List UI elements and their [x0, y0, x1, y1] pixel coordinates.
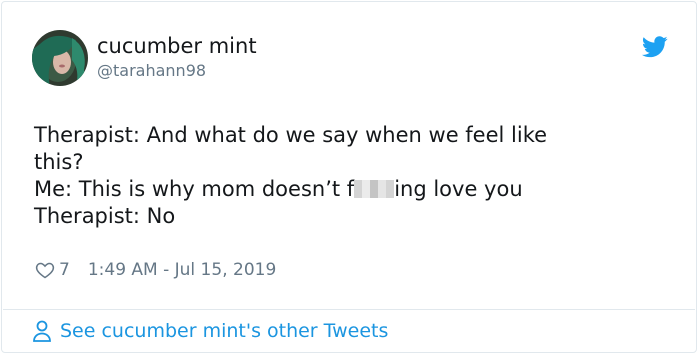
divider — [3, 309, 695, 310]
tweet-text: Therapist: And what do we say when we fe… — [34, 122, 674, 230]
other-tweets-link[interactable]: See cucumber mint's other Tweets — [32, 320, 388, 342]
tweet-line: Therapist: And what do we say when we fe… — [34, 123, 548, 147]
user-names: cucumber mint @tarahann98 — [97, 33, 257, 82]
person-icon — [33, 320, 51, 342]
tweet-line-end: ing love you — [394, 177, 523, 201]
tweet-meta: 7 1:49 AM - Jul 15, 2019 — [35, 260, 276, 280]
heart-icon[interactable] — [35, 260, 55, 280]
tweet-line: Me: This is why mom doesn’t f ing love yo… — [34, 176, 674, 203]
twitter-bird-icon[interactable] — [641, 36, 668, 58]
tweet-line-start: Me: This is why mom doesn’t f — [34, 177, 355, 201]
censor-blur — [354, 180, 395, 198]
tweet-line: this? — [34, 150, 84, 174]
avatar[interactable] — [32, 30, 88, 86]
other-tweets-label[interactable]: See cucumber mint's other Tweets — [60, 320, 388, 342]
tweet-header: cucumber mint @tarahann98 — [32, 30, 676, 90]
user-handle[interactable]: @tarahann98 — [97, 60, 257, 82]
display-name[interactable]: cucumber mint — [97, 33, 257, 59]
timestamp-link[interactable]: 1:49 AM - Jul 15, 2019 — [88, 260, 276, 280]
like-count[interactable]: 7 — [59, 260, 70, 280]
tweet-line: Therapist: No — [34, 204, 176, 228]
tweet-card: cucumber mint @tarahann98 Therapist: And… — [1, 1, 697, 353]
